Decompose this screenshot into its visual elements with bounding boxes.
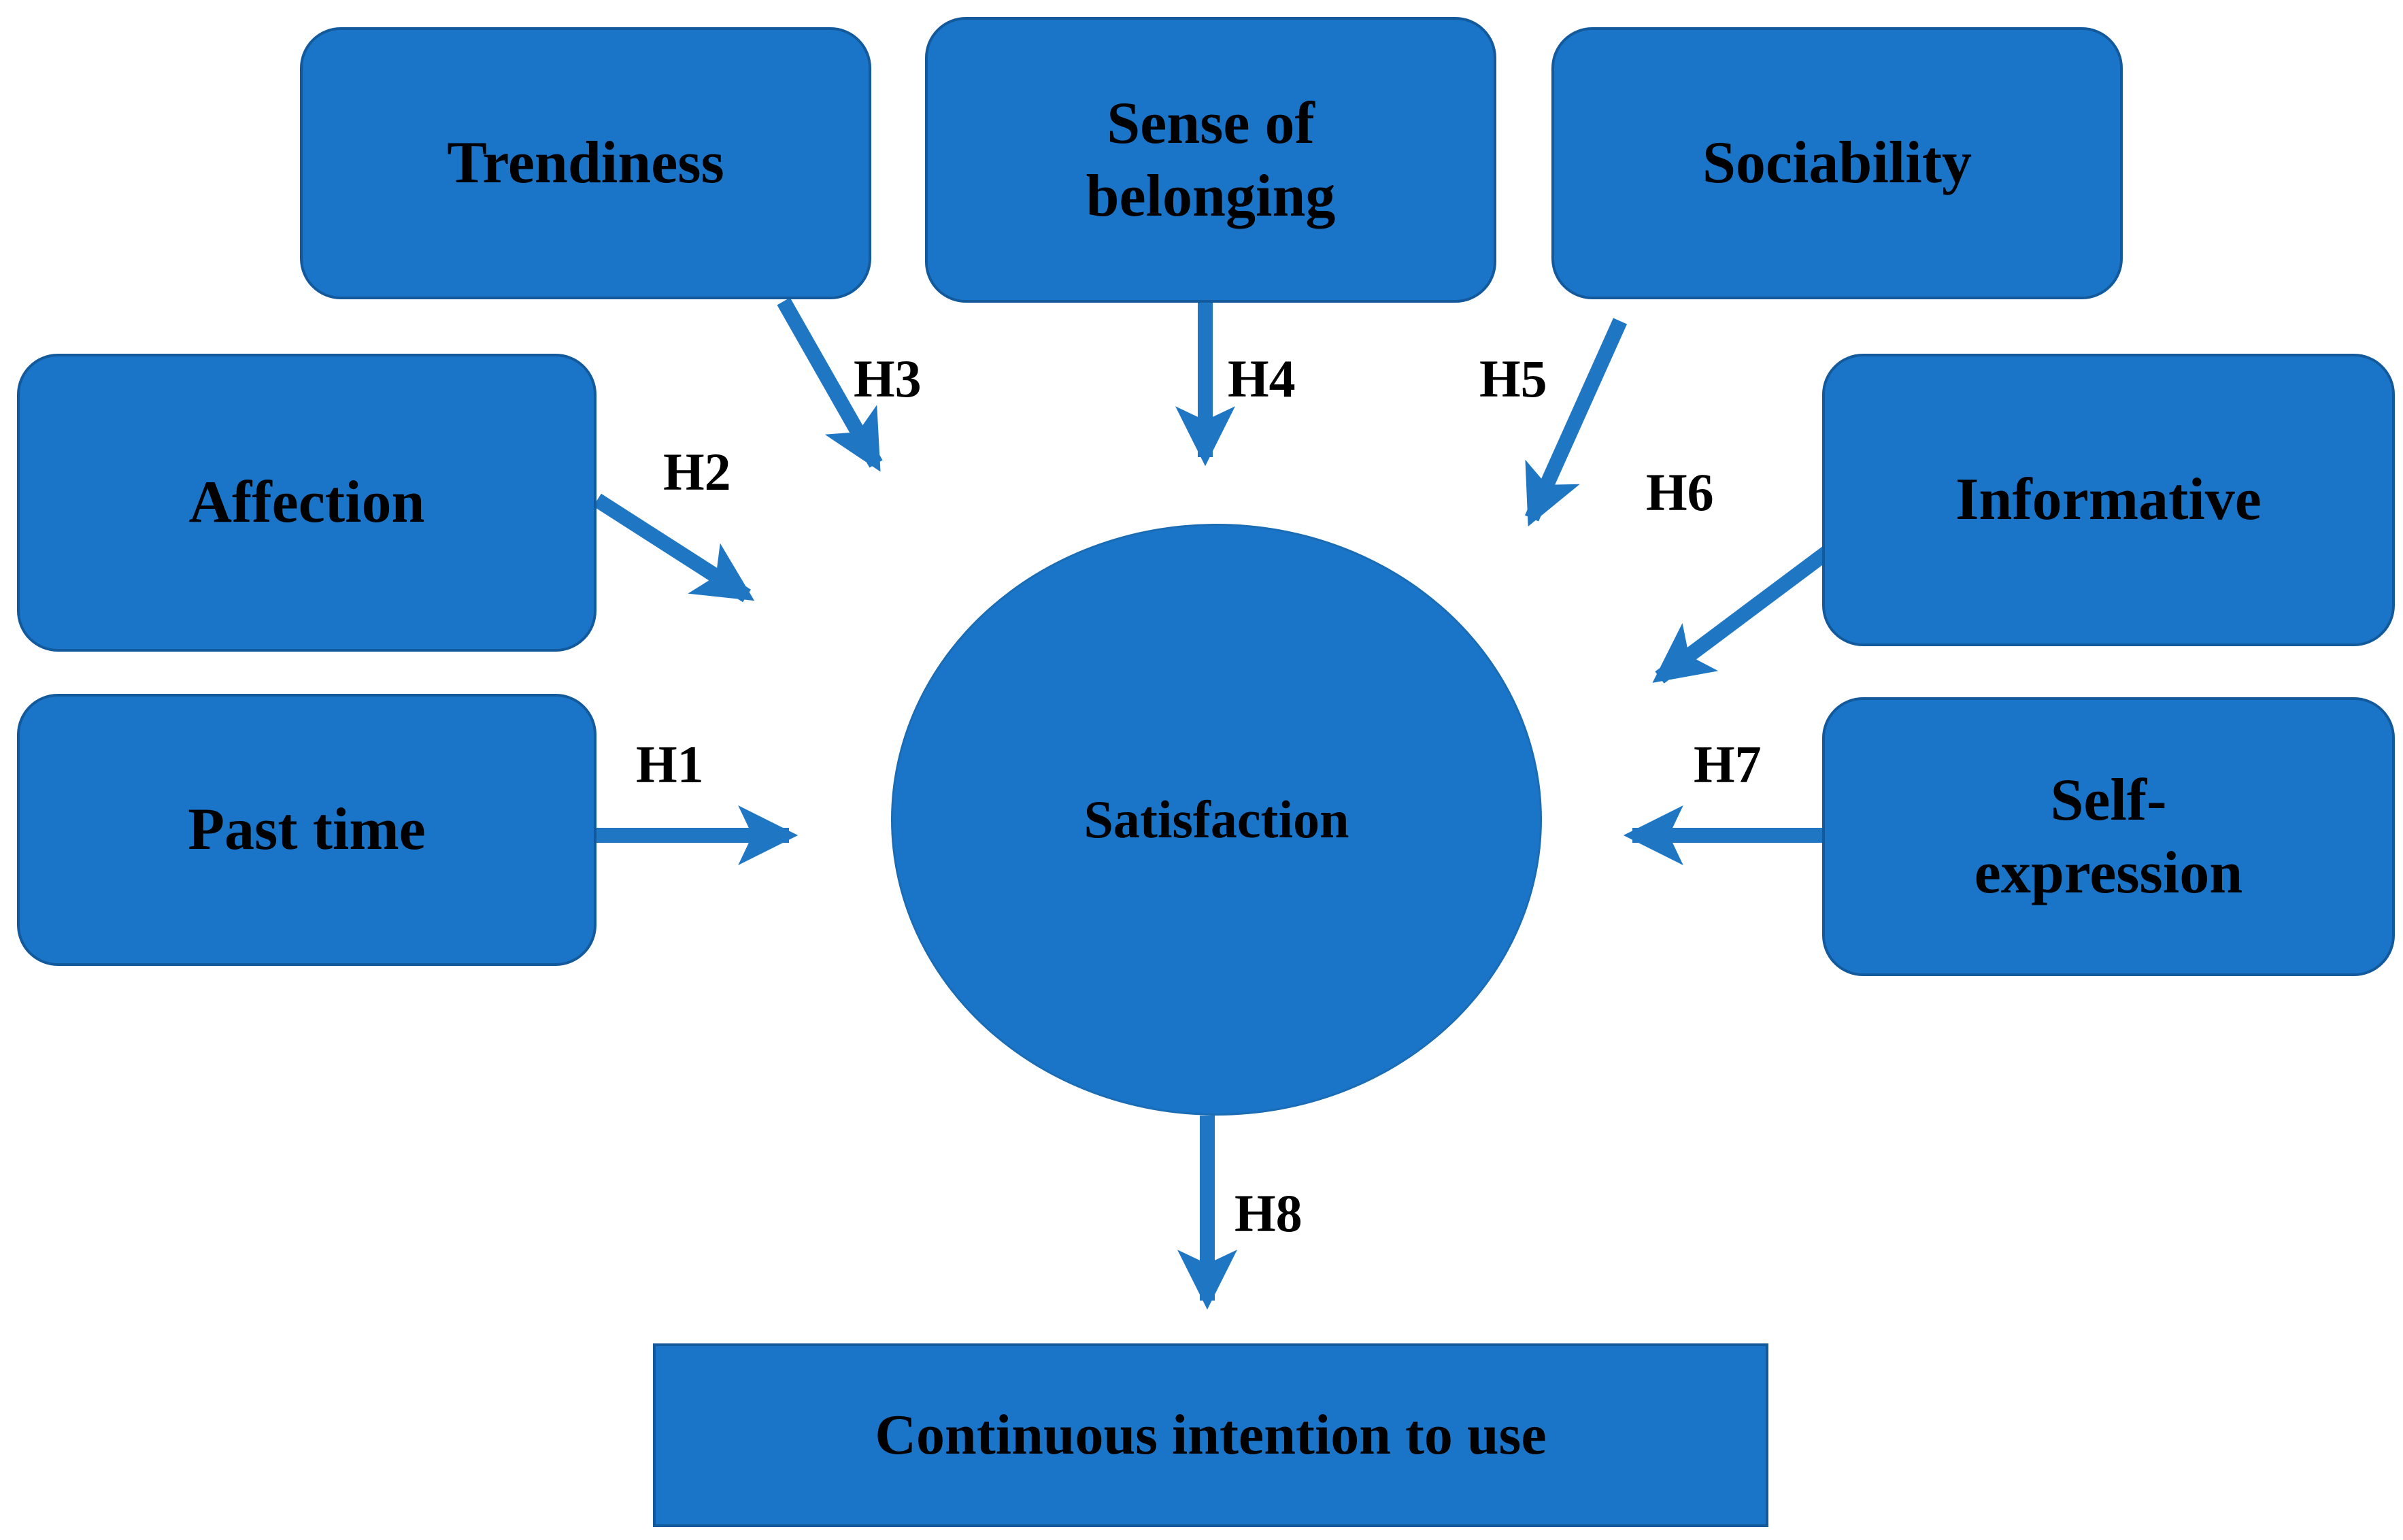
node-satisfaction-label: Satisfaction [1083,790,1349,850]
diagram-canvas: Trendiness Sense of belonging Sociabilit… [0,0,2403,1540]
node-sociability-label: Sociability [1702,130,1972,197]
edge-label-h7: H7 [1694,735,1762,794]
node-informative[interactable]: Informative [1822,354,2395,646]
edge-label-h5: H5 [1479,349,1547,408]
node-past-time[interactable]: Past time [17,694,596,966]
edge-label-h2: H2 [663,442,731,501]
edge-label-h6: H6 [1646,463,1714,522]
node-affection[interactable]: Affection [17,354,596,652]
edge-h2-line [593,493,755,603]
node-continuous-intention-to-use[interactable]: Continuous intention to use [653,1343,1768,1527]
node-trendiness[interactable]: Trendiness [300,27,871,299]
node-satisfaction[interactable]: Satisfaction [891,524,1542,1116]
edge-h6-line [1652,546,1832,684]
edge-label-h8: H8 [1234,1184,1303,1243]
node-affection-label: Affection [188,469,425,536]
node-self-expression[interactable]: Self- expression [1822,697,2395,976]
edge-label-h3: H3 [854,349,922,408]
node-informative-label: Informative [1955,467,2262,533]
node-continuous-intention-to-use-label: Continuous intention to use [875,1403,1547,1467]
node-sociability[interactable]: Sociability [1551,27,2123,299]
node-past-time-label: Past time [188,797,426,863]
node-trendiness-label: Trendiness [447,130,724,197]
node-sense-of-belonging-label: Sense of belonging [1086,90,1336,229]
node-sense-of-belonging[interactable]: Sense of belonging [925,17,1496,303]
node-self-expression-label: Self- expression [1974,767,2243,906]
edge-label-h4: H4 [1228,349,1296,408]
edge-label-h1: H1 [636,735,704,794]
